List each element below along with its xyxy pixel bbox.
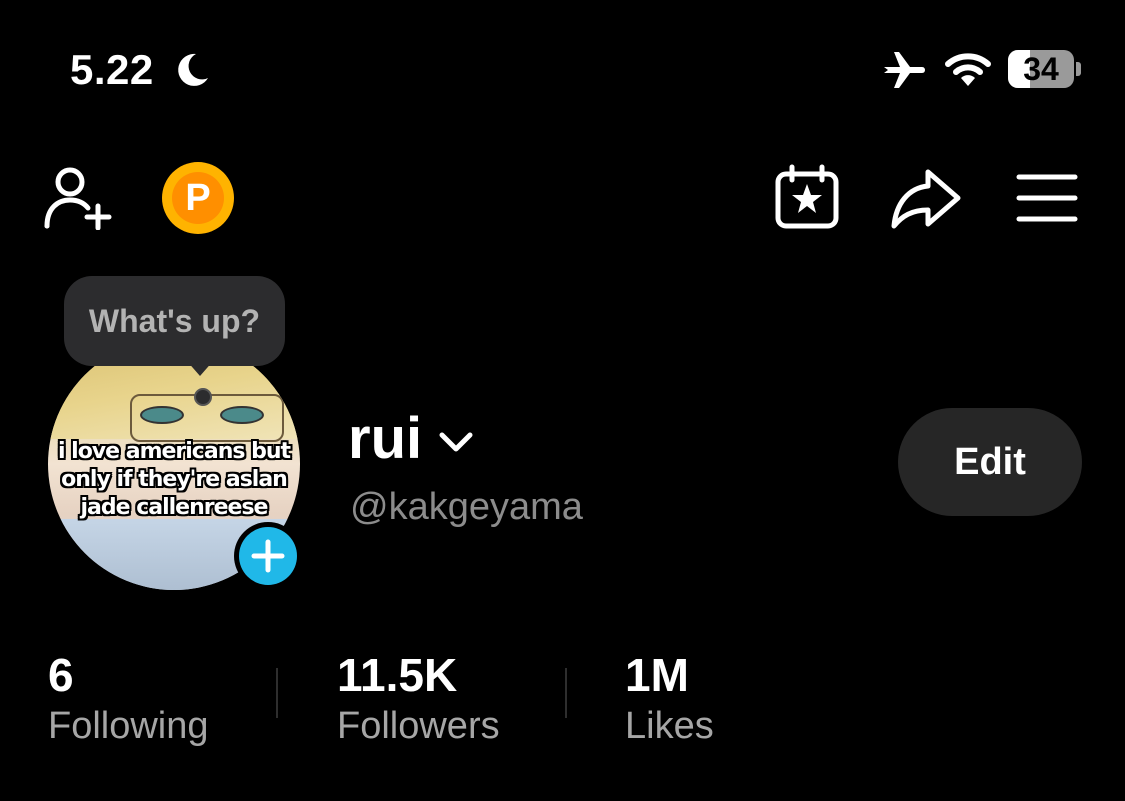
plus-icon bbox=[251, 539, 285, 573]
display-name-switcher[interactable]: rui bbox=[348, 404, 476, 474]
avatar-eye bbox=[140, 406, 184, 424]
battery-nub bbox=[1076, 62, 1081, 76]
coin-icon[interactable]: P bbox=[162, 162, 234, 234]
add-friend-icon[interactable] bbox=[44, 166, 114, 230]
edit-profile-button[interactable]: Edit bbox=[898, 408, 1082, 516]
calendar-star-icon[interactable] bbox=[774, 164, 840, 230]
stat-divider bbox=[276, 668, 278, 718]
username-handle: @kakgeyama bbox=[350, 486, 583, 528]
followers-count[interactable]: 11.5K bbox=[337, 648, 457, 702]
add-story-circle bbox=[239, 527, 297, 585]
coin-letter: P bbox=[172, 172, 224, 224]
likes-count[interactable]: 1M bbox=[625, 648, 689, 702]
followers-label[interactable]: Followers bbox=[337, 702, 500, 750]
airplane-icon bbox=[884, 52, 925, 88]
display-name: rui bbox=[348, 406, 423, 471]
battery-level: 34 bbox=[1023, 51, 1059, 87]
wifi-icon bbox=[945, 53, 991, 86]
avatar-caption: i love americans but only if they're asl… bbox=[57, 439, 291, 520]
stat-divider bbox=[565, 668, 567, 718]
bubble-dot bbox=[194, 388, 212, 406]
following-label[interactable]: Following bbox=[48, 702, 209, 750]
add-story-button[interactable] bbox=[234, 522, 302, 590]
bubble-tail bbox=[186, 360, 214, 376]
avatar-eye bbox=[220, 406, 264, 424]
battery-indicator: 34 bbox=[1008, 50, 1074, 88]
status-note-bubble[interactable]: What's up? bbox=[64, 276, 285, 366]
share-icon[interactable] bbox=[890, 166, 962, 230]
status-time: 5.22 bbox=[70, 46, 154, 93]
menu-icon[interactable] bbox=[1016, 172, 1078, 224]
following-count[interactable]: 6 bbox=[48, 648, 74, 702]
chevron-down-icon bbox=[439, 432, 473, 452]
likes-label[interactable]: Likes bbox=[625, 702, 714, 750]
moon-icon bbox=[178, 53, 208, 86]
